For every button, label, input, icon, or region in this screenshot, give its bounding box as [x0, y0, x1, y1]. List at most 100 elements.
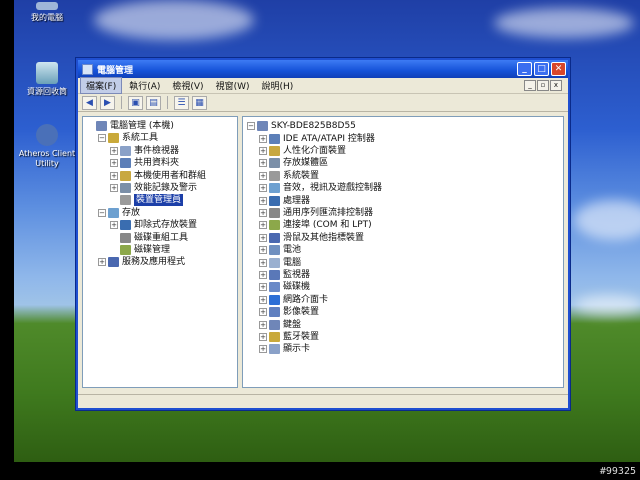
device-category[interactable]: + 顯示卡	[259, 343, 310, 355]
expander-icon[interactable]: +	[259, 308, 267, 317]
tree-node[interactable]: 電腦管理 (本機)	[86, 120, 174, 132]
expander-icon[interactable]: +	[259, 258, 267, 267]
tree-node[interactable]: + 服務及應用程式	[98, 256, 185, 268]
tree-node[interactable]: 磁碟管理	[110, 244, 170, 256]
expander-icon[interactable]: +	[110, 159, 118, 168]
device-tree-root[interactable]: − SKY-BDE825B8D55	[247, 120, 356, 132]
minimize-button[interactable]: _	[517, 62, 532, 76]
expander-icon[interactable]: +	[259, 246, 267, 255]
expander-icon[interactable]: −	[247, 122, 255, 130]
expander-icon[interactable]: +	[259, 184, 267, 193]
computer-icon	[269, 257, 280, 268]
title-bar[interactable]: 電腦管理 _ □ ✕	[78, 60, 568, 78]
maximize-button[interactable]: □	[534, 62, 549, 76]
tree-node[interactable]: + 共用資料夾	[110, 157, 179, 169]
device-category[interactable]: + IDE ATA/ATAPI 控制器	[259, 133, 375, 145]
console-tree-pane[interactable]: 電腦管理 (本機) − 系統工具 + 事件檢視器 + 共用資料夾 + 本機使用者和群組 + 效能記錄…	[82, 116, 238, 388]
device-category-label: 電池	[283, 245, 302, 256]
tree-node[interactable]: + 效能記錄及警示	[110, 182, 197, 194]
forward-icon[interactable]: ▶	[100, 95, 115, 110]
disk-drive-icon	[269, 282, 280, 293]
device-category[interactable]: + 滑鼠及其他指標裝置	[259, 232, 364, 244]
expander-icon[interactable]: +	[259, 270, 267, 279]
expander-icon[interactable]: −	[98, 134, 106, 143]
help-icon[interactable]: ▦	[192, 95, 207, 110]
tree-node[interactable]: − 系統工具	[98, 132, 158, 144]
expander-icon[interactable]: +	[259, 233, 267, 242]
expander-icon[interactable]: +	[259, 134, 267, 143]
mdi-restore-button[interactable]: ▫	[537, 80, 549, 91]
expander-icon[interactable]: +	[259, 159, 267, 168]
desktop-icon-label: 資源回收筒	[27, 87, 67, 96]
device-category[interactable]: + 連接埠 (COM 和 LPT)	[259, 219, 372, 231]
device-category-label: 處理器	[283, 195, 311, 206]
expander-icon[interactable]: +	[110, 184, 118, 192]
processor-icon	[269, 195, 280, 206]
tree-node[interactable]: − 存放	[98, 207, 140, 219]
tree-node-label: 卸除式存放裝置	[134, 220, 198, 231]
device-category[interactable]: + 電腦	[259, 257, 301, 269]
tree-node[interactable]: + 事件檢視器	[110, 145, 179, 157]
tree-node[interactable]: + 本機使用者和群組	[110, 170, 206, 182]
device-tree-pane[interactable]: − SKY-BDE825B8D55 + IDE ATA/ATAPI 控制器 + 人性化介面…	[242, 116, 564, 388]
device-category-label: 存放媒體區	[283, 158, 329, 169]
expander-icon[interactable]: −	[98, 208, 106, 217]
device-category[interactable]: + 系統裝置	[259, 170, 319, 182]
mdi-minimize-button[interactable]: _	[524, 80, 536, 91]
expander-icon[interactable]: +	[259, 345, 267, 354]
expander-icon[interactable]: +	[259, 221, 267, 230]
device-category[interactable]: + 磁碟機	[259, 281, 310, 293]
desktop-icon-recycle-bin[interactable]: 資源回收筒	[14, 62, 82, 97]
expander-icon[interactable]: +	[110, 221, 118, 230]
expander-icon[interactable]: +	[110, 146, 118, 155]
menu-help[interactable]: 說明(H)	[257, 78, 299, 93]
back-icon[interactable]: ◀	[82, 95, 97, 110]
computer-management-window: 電腦管理 _ □ ✕ 檔案(F) 執行(A) 檢視(V) 視窗(W) 說明(H)…	[76, 58, 570, 410]
device-category[interactable]: + 通用序列匯流排控制器	[259, 207, 373, 219]
device-category[interactable]: + 藍牙裝置	[259, 331, 319, 343]
users-icon	[120, 170, 131, 181]
expander-icon[interactable]: +	[98, 258, 106, 267]
close-button[interactable]: ✕	[551, 62, 566, 76]
expander-icon[interactable]: +	[259, 320, 267, 329]
device-category[interactable]: + 存放媒體區	[259, 157, 328, 169]
event-viewer-icon	[120, 145, 131, 156]
expander-icon[interactable]: +	[259, 295, 267, 304]
show-hide-tree-icon[interactable]: ▤	[146, 95, 161, 110]
storage-volume-icon	[269, 158, 280, 169]
device-category[interactable]: + 網路介面卡	[259, 294, 328, 306]
expander-icon[interactable]: +	[259, 332, 267, 341]
up-folder-icon[interactable]: ▣	[128, 95, 143, 110]
device-category[interactable]: + 人性化介面裝置	[259, 145, 346, 157]
menu-view[interactable]: 檢視(V)	[167, 78, 208, 93]
expander-icon[interactable]: +	[259, 196, 267, 205]
device-category-label: 通用序列匯流排控制器	[283, 207, 374, 218]
expander-icon[interactable]: +	[259, 146, 267, 155]
desktop-icon-my-computer[interactable]: 我的電腦	[14, 2, 82, 23]
menu-bar: 檔案(F) 執行(A) 檢視(V) 視窗(W) 說明(H) _ ▫ x	[78, 77, 568, 94]
tree-node[interactable]: 裝置管理員	[110, 194, 184, 207]
menu-file[interactable]: 檔案(F)	[80, 77, 123, 94]
menu-window[interactable]: 視窗(W)	[211, 78, 255, 93]
device-category[interactable]: + 電池	[259, 244, 301, 256]
desktop-icon-atheros[interactable]: Atheros Client Utility	[14, 124, 82, 169]
monitor-icon	[269, 269, 280, 280]
tree-node[interactable]: + 卸除式存放裝置	[110, 219, 197, 231]
properties-icon[interactable]: ☰	[174, 95, 189, 110]
expander-icon[interactable]: +	[110, 171, 118, 180]
desktop: 我的電腦 資源回收筒 Atheros Client Utility 電腦管理 _…	[14, 0, 640, 462]
device-category[interactable]: + 處理器	[259, 195, 310, 207]
device-category[interactable]: + 監視器	[259, 269, 310, 281]
mdi-close-button[interactable]: x	[550, 80, 562, 91]
device-category-label: 電腦	[283, 257, 302, 268]
device-category[interactable]: + 鍵盤	[259, 319, 301, 331]
tree-node-label: 磁碟管理	[134, 245, 171, 255]
tree-node[interactable]: 磁碟重組工具	[110, 232, 188, 244]
device-category-label: 系統裝置	[283, 170, 320, 181]
device-category[interactable]: + 音效，視訊及遊戲控制器	[259, 182, 382, 194]
expander-icon[interactable]: +	[259, 283, 267, 292]
menu-action[interactable]: 執行(A)	[124, 78, 165, 93]
expander-icon[interactable]: +	[259, 171, 267, 180]
device-category[interactable]: + 影像裝置	[259, 306, 319, 318]
expander-icon[interactable]: +	[259, 208, 267, 217]
